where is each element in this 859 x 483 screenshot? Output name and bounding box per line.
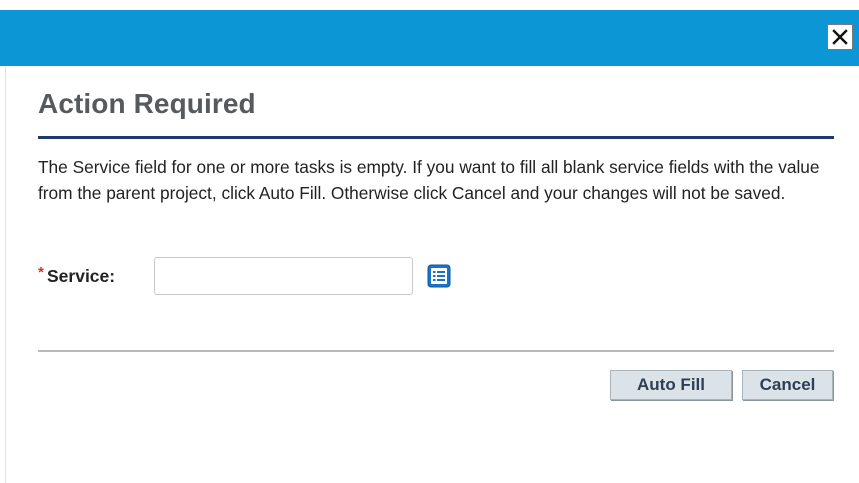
dialog-message: The Service field for one or more tasks … bbox=[38, 157, 820, 203]
title-divider bbox=[38, 136, 834, 139]
close-button[interactable] bbox=[827, 24, 853, 50]
dialog-title: Action Required bbox=[38, 88, 256, 119]
dialog-left-border bbox=[0, 66, 6, 483]
close-icon bbox=[832, 29, 848, 45]
auto-fill-button[interactable]: Auto Fill bbox=[610, 370, 732, 400]
service-label: Service: bbox=[47, 266, 116, 286]
service-input[interactable] bbox=[154, 257, 413, 295]
dialog-titlebar bbox=[0, 10, 859, 66]
cancel-button[interactable]: Cancel bbox=[742, 370, 833, 400]
list-icon bbox=[427, 264, 451, 292]
footer-divider bbox=[38, 350, 834, 352]
required-marker: * bbox=[38, 264, 44, 281]
service-picker-button[interactable] bbox=[427, 264, 451, 288]
action-required-dialog: Action Required The Service field for on… bbox=[0, 0, 859, 483]
service-field-row: * Service: bbox=[38, 256, 498, 296]
